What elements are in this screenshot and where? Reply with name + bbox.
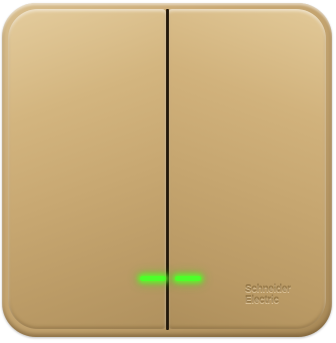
key-divider — [166, 9, 169, 330]
brand-name-line1: Schneider — [245, 284, 291, 295]
right-indicator-led — [175, 276, 201, 281]
left-indicator-led — [140, 276, 166, 281]
right-rocker-key[interactable] — [168, 9, 326, 329]
left-rocker-key[interactable] — [8, 9, 166, 329]
brand-name-line2: Electric — [245, 295, 279, 306]
brand-logo: Schneider Electric — [245, 284, 315, 306]
wall-switch-frame: Schneider Electric — [2, 3, 332, 337]
